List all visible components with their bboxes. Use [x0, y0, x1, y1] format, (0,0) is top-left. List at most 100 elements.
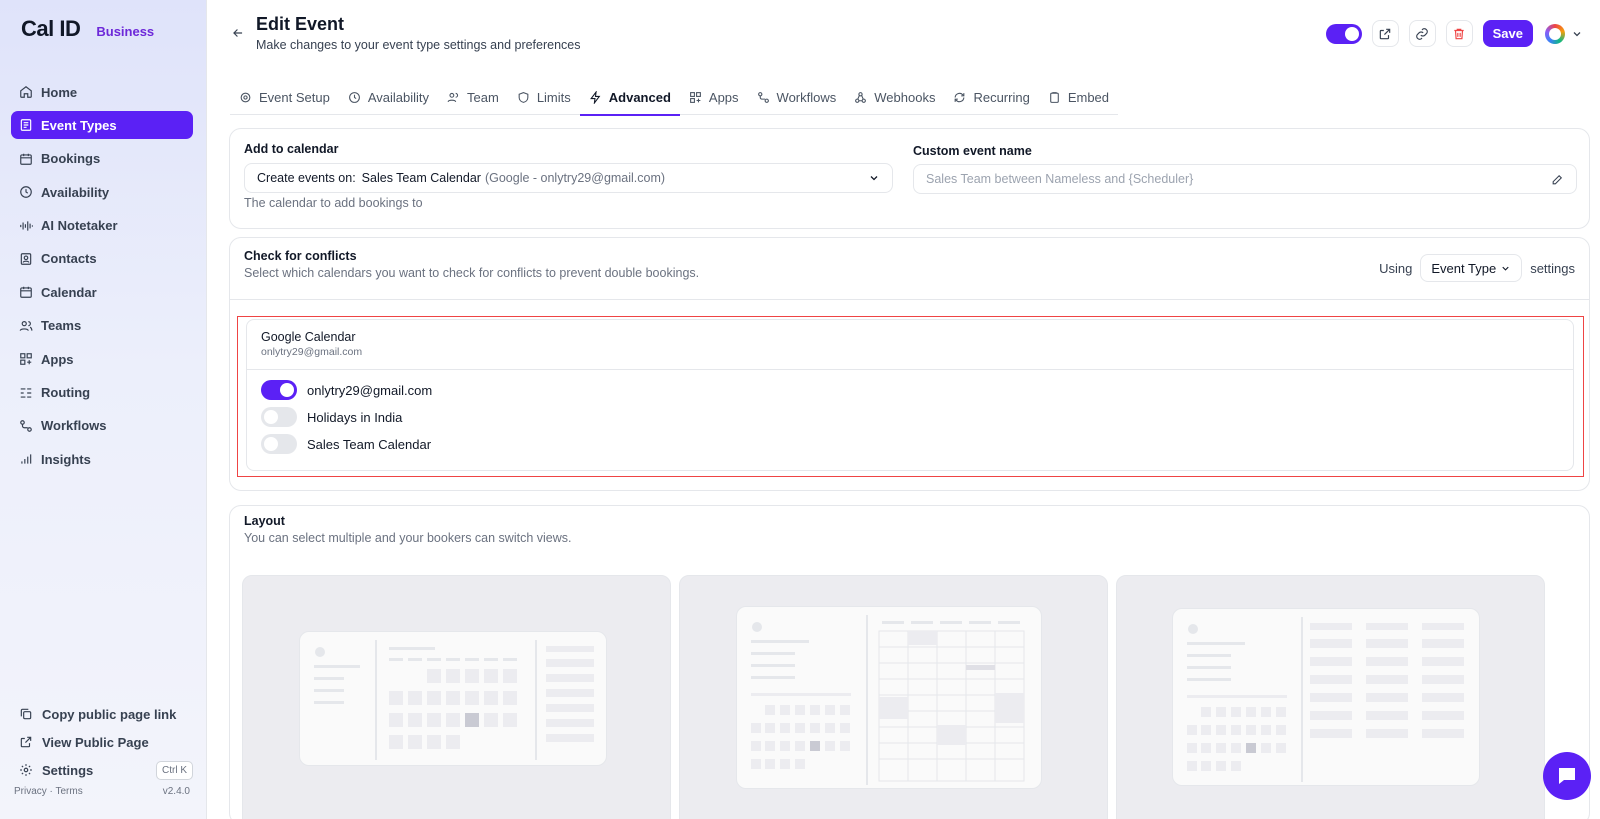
bar-chart-icon: [19, 452, 33, 466]
tab-label: Availability: [367, 89, 430, 105]
provider-name: Google Calendar: [261, 330, 356, 344]
sidebar-item-calendar[interactable]: Calendar: [11, 278, 193, 306]
calendar-toggle-holidays[interactable]: [261, 407, 297, 427]
tab-label: Recurring: [973, 89, 1030, 105]
sidebar-item-availability[interactable]: Availability: [11, 178, 193, 206]
preview-button[interactable]: [1371, 20, 1399, 47]
settings-shortcut: Ctrl K: [156, 760, 193, 780]
user-menu[interactable]: [1545, 23, 1583, 44]
privacy-terms-links[interactable]: Privacy · Terms: [14, 786, 83, 797]
tab-recurring[interactable]: Recurring: [944, 79, 1038, 115]
tab-availability[interactable]: Availability: [339, 79, 438, 115]
page-subtitle: Make changes to your event type settings…: [256, 38, 581, 52]
settings-button[interactable]: Settings Ctrl K: [11, 756, 193, 784]
layout-option-column[interactable]: [1116, 575, 1545, 819]
hidden-event-toggle[interactable]: [1325, 23, 1362, 44]
gear-icon: [19, 763, 33, 777]
month-view-illustration: [314, 640, 594, 760]
sidebar-item-event-types[interactable]: Event Types: [11, 111, 193, 140]
copy-link-label: Copy public page link: [42, 706, 177, 722]
pencil-icon[interactable]: [1551, 173, 1564, 186]
custom-event-name-field[interactable]: [913, 164, 1577, 194]
check-conflicts-card: Check for conflicts Select which calenda…: [229, 237, 1590, 491]
calendar-select[interactable]: Create events on: Sales Team Calendar (G…: [244, 163, 893, 193]
column-view-preview: [1172, 608, 1480, 786]
logo[interactable]: Cal ID Business: [21, 16, 154, 42]
conflicts-title: Check for conflicts: [244, 249, 357, 263]
tab-advanced[interactable]: Advanced: [579, 79, 681, 116]
sidebar-item-label: Availability: [41, 184, 110, 200]
provider-account: onlytry29@gmail.com: [261, 346, 363, 358]
conflicts-settings-source: Using Event Type settings: [1379, 254, 1575, 282]
sidebar-item-label: Workflows: [41, 418, 107, 434]
plan-badge: Business: [96, 24, 155, 39]
using-label: Using: [1379, 260, 1413, 276]
settings-label: Settings: [42, 762, 94, 778]
apps-icon: [689, 91, 701, 103]
calendar-select-prefix: Create events on:: [257, 171, 356, 185]
copy-public-link-button[interactable]: Copy public page link: [11, 700, 193, 728]
workflows-icon: [757, 91, 769, 103]
event-types-icon: [19, 118, 33, 132]
back-button[interactable]: [229, 24, 247, 42]
save-button[interactable]: Save: [1482, 20, 1533, 47]
layout-option-week[interactable]: [679, 575, 1108, 819]
version-label: v2.4.0: [162, 786, 190, 797]
tab-label: Advanced: [608, 89, 671, 105]
clipboard-icon: [1049, 91, 1059, 103]
chat-icon: [1559, 768, 1575, 784]
layout-option-month[interactable]: [242, 575, 671, 819]
trash-icon: [1454, 28, 1464, 39]
tab-webhooks[interactable]: Webhooks: [845, 79, 944, 115]
sidebar-item-ai-notetaker[interactable]: AI Notetaker: [11, 212, 193, 240]
tab-workflows[interactable]: Workflows: [748, 79, 846, 115]
sidebar-item-insights[interactable]: Insights: [11, 445, 193, 473]
sidebar-item-label: Event Types: [41, 117, 117, 133]
calendar-hint: The calendar to add bookings to: [244, 196, 423, 210]
calendar-toggle-sales-team[interactable]: [261, 434, 297, 454]
chevron-down-icon: [1573, 31, 1581, 36]
sidebar-bottom: Copy public page link View Public Page S…: [11, 700, 193, 784]
calendar-name: Holidays in India: [307, 409, 403, 425]
copy-link-button[interactable]: [1408, 20, 1436, 47]
sidebar-item-apps[interactable]: Apps: [11, 345, 193, 373]
sidebar-item-home[interactable]: Home: [11, 78, 193, 106]
sidebar-item-label: Insights: [41, 451, 91, 467]
sidebar-item-label: Routing: [41, 385, 91, 401]
column-view-illustration: [1187, 617, 1464, 782]
tab-team[interactable]: Team: [438, 79, 508, 115]
sidebar-item-bookings[interactable]: Bookings: [11, 145, 193, 173]
sidebar-item-label: Bookings: [41, 151, 101, 167]
arrow-left-icon: [233, 29, 243, 37]
view-public-page-button[interactable]: View Public Page: [11, 728, 193, 756]
custom-event-name-input[interactable]: [926, 172, 1551, 186]
sidebar-item-routing[interactable]: Routing: [11, 379, 193, 407]
copy-icon: [19, 707, 33, 721]
avatar: [1545, 23, 1565, 44]
sidebar-item-teams[interactable]: Teams: [11, 312, 193, 340]
settings-source-value: Event Type: [1431, 260, 1497, 276]
tab-label: Limits: [536, 89, 571, 105]
settings-source-select[interactable]: Event Type: [1420, 254, 1523, 282]
sidebar-nav: Home Event Types Bookings Availability A…: [11, 78, 193, 479]
sidebar-item-workflows[interactable]: Workflows: [11, 412, 193, 440]
tab-label: Embed: [1067, 89, 1110, 105]
logo-text: Cal ID: [21, 16, 81, 41]
layout-card: Layout You can select multiple and your …: [229, 505, 1590, 819]
chat-support-button[interactable]: [1543, 752, 1591, 800]
calendar-row: Sales Team Calendar: [261, 434, 431, 454]
webhook-icon: [855, 91, 867, 103]
sidebar-item-label: Apps: [41, 351, 74, 367]
tab-apps[interactable]: Apps: [680, 79, 748, 115]
conflicts-header: Check for conflicts Select which calenda…: [230, 238, 1589, 300]
users-icon: [447, 92, 459, 102]
tab-event-setup[interactable]: Event Setup: [230, 79, 339, 115]
apps-icon: [19, 352, 33, 366]
tab-limits[interactable]: Limits: [508, 79, 580, 115]
google-calendar-group: Google Calendar onlytry29@gmail.com only…: [246, 319, 1574, 471]
tab-embed[interactable]: Embed: [1039, 79, 1118, 115]
calendar-toggle-primary[interactable]: [261, 380, 297, 400]
sidebar-item-contacts[interactable]: Contacts: [11, 245, 193, 273]
delete-button[interactable]: [1445, 20, 1473, 47]
calendar-name: onlytry29@gmail.com: [307, 382, 433, 398]
